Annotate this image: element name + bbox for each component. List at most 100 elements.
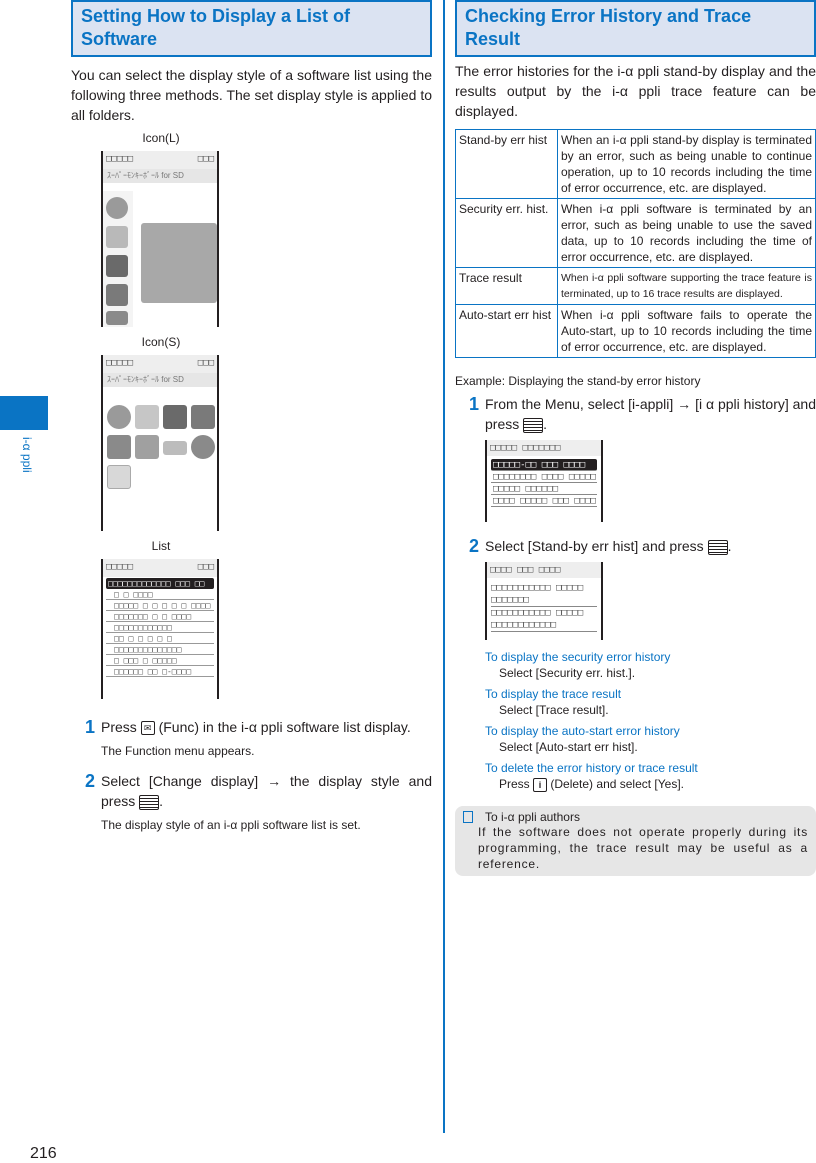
step-instruction: Select [Change display] → the display st… xyxy=(101,771,432,811)
icon-strip xyxy=(103,191,133,327)
screen-caption: Icon(S) xyxy=(141,335,181,349)
screen-caption: Icon(L) xyxy=(142,131,180,145)
table-row: Security err. hist. When i-α ppli softwa… xyxy=(455,198,816,268)
app-icon xyxy=(106,311,128,325)
app-icon xyxy=(106,226,128,248)
column-divider xyxy=(443,0,445,1133)
app-icon xyxy=(191,405,215,429)
step-text-after: (Func) in the i-α ppli software list dis… xyxy=(158,719,411,735)
step-number: 2 xyxy=(85,771,96,791)
option-text-before: Press xyxy=(499,777,530,791)
intro-text: The error histories for the i-α ppli sta… xyxy=(455,63,816,119)
memo-icon xyxy=(463,811,473,823)
step-note: The Function menu appears. xyxy=(101,744,255,758)
app-icon xyxy=(107,405,131,429)
history-types-table: Stand-by err hist When an i-α ppli stand… xyxy=(455,129,816,358)
record-line: □□□□□□□□□□□ □□□□□ xyxy=(491,583,584,593)
step-instruction: Press ✉ (Func) in the i-α ppli software … xyxy=(101,717,432,737)
screen-title: □□□□ □□□ □□□□ xyxy=(487,562,601,578)
table-key: Auto-start err hist xyxy=(455,304,558,358)
app-icon xyxy=(107,465,131,489)
table-key: Security err. hist. xyxy=(455,198,558,268)
table-value: When i-α ppli software supporting the tr… xyxy=(557,267,816,305)
section-heading: Setting How to Display a List of Softwar… xyxy=(71,0,432,57)
phone-screen-icon-small: □□□□□ □□□ ｽｰﾊﾟｰﾓﾝｷｰﾎﾞｰﾙ for SD xyxy=(101,355,219,531)
step-text-before: Press xyxy=(101,719,137,735)
phone-screen-list: □□□□□ □□□ □□□□□□□□□□□□□ □□□ □□ □ □ □□□□ □… xyxy=(101,559,219,699)
table-row: Trace result When i-α ppli software supp… xyxy=(455,267,816,305)
app-icon xyxy=(163,441,187,455)
menu-item-selected[interactable]: □□□□□-□□ □□□ □□□□ xyxy=(491,459,597,471)
menu-item[interactable]: □□□□ □□□□□ □□□ □□□□ xyxy=(491,495,597,507)
table-row: Auto-start err hist When i-α ppli softwa… xyxy=(455,304,816,358)
menu-item[interactable]: □□□□□□□□ □□□□ □□□□□ xyxy=(491,471,597,483)
option-title: To delete the error history or trace res… xyxy=(485,761,698,775)
phone-screen-error-list: □□□□ □□□ □□□□ □□□□□□□□□□□ □□□□□ □□□□□□□ … xyxy=(485,562,603,640)
table-key: Stand-by err hist xyxy=(455,129,558,199)
mail-key-icon: ✉ xyxy=(140,721,155,736)
error-record[interactable]: □□□□□□□□□□□ □□□□□ □□□□□□□ xyxy=(491,582,597,607)
status-left: □□□□□ xyxy=(106,562,134,572)
status-right: □□□ xyxy=(197,358,214,368)
option-title: To display the trace result xyxy=(485,687,622,701)
app-preview-image xyxy=(141,223,217,303)
software-list: □□□□□□□□□□□□□ □□□ □□ □ □ □□□□ □□□□□ □ □ … xyxy=(103,577,217,678)
step-instruction: Select [Stand-by err hist] and press . xyxy=(485,536,816,556)
list-item[interactable]: □ □□□ □ □□□□□ xyxy=(106,655,214,666)
record-line: □□□□□□□ xyxy=(491,595,529,605)
section-heading: Checking Error History and Trace Result xyxy=(455,0,816,57)
screen-title: □□□□□ □□□□□□□ xyxy=(487,440,601,456)
list-item[interactable]: □□□□□□□ □ □ □□□□ xyxy=(106,611,214,622)
option-body: Press i (Delete) and select [Yes]. xyxy=(499,776,816,792)
list-item[interactable]: □ □ □□□□ xyxy=(106,589,214,600)
error-record[interactable]: □□□□□□□□□□□ □□□□□ □□□□□□□□□□□□ xyxy=(491,607,597,632)
memo-title: To i-α ppli authors xyxy=(485,810,580,824)
option-body: Select [Auto-start err hist]. xyxy=(499,740,638,754)
list-item[interactable]: □□□□□□ □□ □-□□□□ xyxy=(106,666,214,677)
step-text-after: . xyxy=(543,416,548,432)
list-item[interactable]: □□ □ □ □ □ □ xyxy=(106,633,214,644)
list-item-selected[interactable]: □□□□□□□□□□□□□ □□□ □□ xyxy=(106,578,214,589)
step-number: 1 xyxy=(469,394,480,414)
list-item[interactable]: □□□□□ □ □ □ □ □ □□□□ xyxy=(106,600,214,611)
step-2: 2 Select [Change display] → the display … xyxy=(71,771,432,811)
delete-key-icon: i xyxy=(533,777,548,792)
status-left: □□□□□ xyxy=(106,358,134,368)
app-icon xyxy=(106,255,128,277)
status-bar: □□□□□ □□□ xyxy=(103,559,217,577)
list-item[interactable]: □□□□□□□□□□□□□□ xyxy=(106,644,214,655)
menu-item[interactable]: □□□□□ □□□□□□ xyxy=(491,483,597,495)
app-icon xyxy=(191,435,215,459)
app-icon xyxy=(107,435,131,459)
step-text-after: . xyxy=(727,538,732,554)
app-icon xyxy=(135,405,159,429)
record-line: □□□□□□□□□□□ □□□□□ xyxy=(491,608,584,618)
memo-header: To i-α ppli authors xyxy=(463,810,808,824)
right-column: Checking Error History and Trace Result … xyxy=(455,0,816,876)
step-text-before: Select [Stand-by err hist] and press xyxy=(485,538,704,554)
menu-key-icon xyxy=(707,539,728,555)
step-instruction: From the Menu, select [i-appli] → [i α p… xyxy=(485,394,816,434)
table-value: When an i-α ppli stand-by display is ter… xyxy=(557,129,816,199)
intro-text: You can select the display style of a so… xyxy=(71,67,432,123)
memo-box: To i-α ppli authors If the software does… xyxy=(455,806,816,876)
table-row: Stand-by err hist When an i-α ppli stand… xyxy=(455,129,816,199)
option-title: To display the auto-start error history xyxy=(485,724,680,738)
table-value: When i-α ppli software is terminated by … xyxy=(557,198,816,268)
list-item[interactable]: □□□□□□□□□□□□ xyxy=(106,622,214,633)
status-bar: □□□□□ □□□ xyxy=(103,151,217,169)
option-text-after: (Delete) and select [Yes]. xyxy=(550,777,685,791)
phone-screen-history-menu: □□□□□ □□□□□□□ □□□□□-□□ □□□ □□□□ □□□□□□□□… xyxy=(485,440,603,522)
status-right: □□□ xyxy=(197,562,214,572)
option-body: Select [Trace result]. xyxy=(499,703,609,717)
chapter-label: i-α ppli xyxy=(20,437,34,473)
example-label: Example: Displaying the stand-by error h… xyxy=(455,374,701,388)
step-1: 1 Press ✉ (Func) in the i-α ppli softwar… xyxy=(71,717,432,737)
record-line: □□□□□□□□□□□□ xyxy=(491,620,557,630)
status-bar: □□□□□ □□□ xyxy=(103,355,217,373)
step-number: 1 xyxy=(85,717,96,737)
app-icon xyxy=(135,435,159,459)
left-column: Setting How to Display a List of Softwar… xyxy=(71,0,432,833)
option-body: Select [Security err. hist.]. xyxy=(499,666,636,680)
folder-title: ｽｰﾊﾟｰﾓﾝｷｰﾎﾞｰﾙ for SD xyxy=(103,373,217,387)
